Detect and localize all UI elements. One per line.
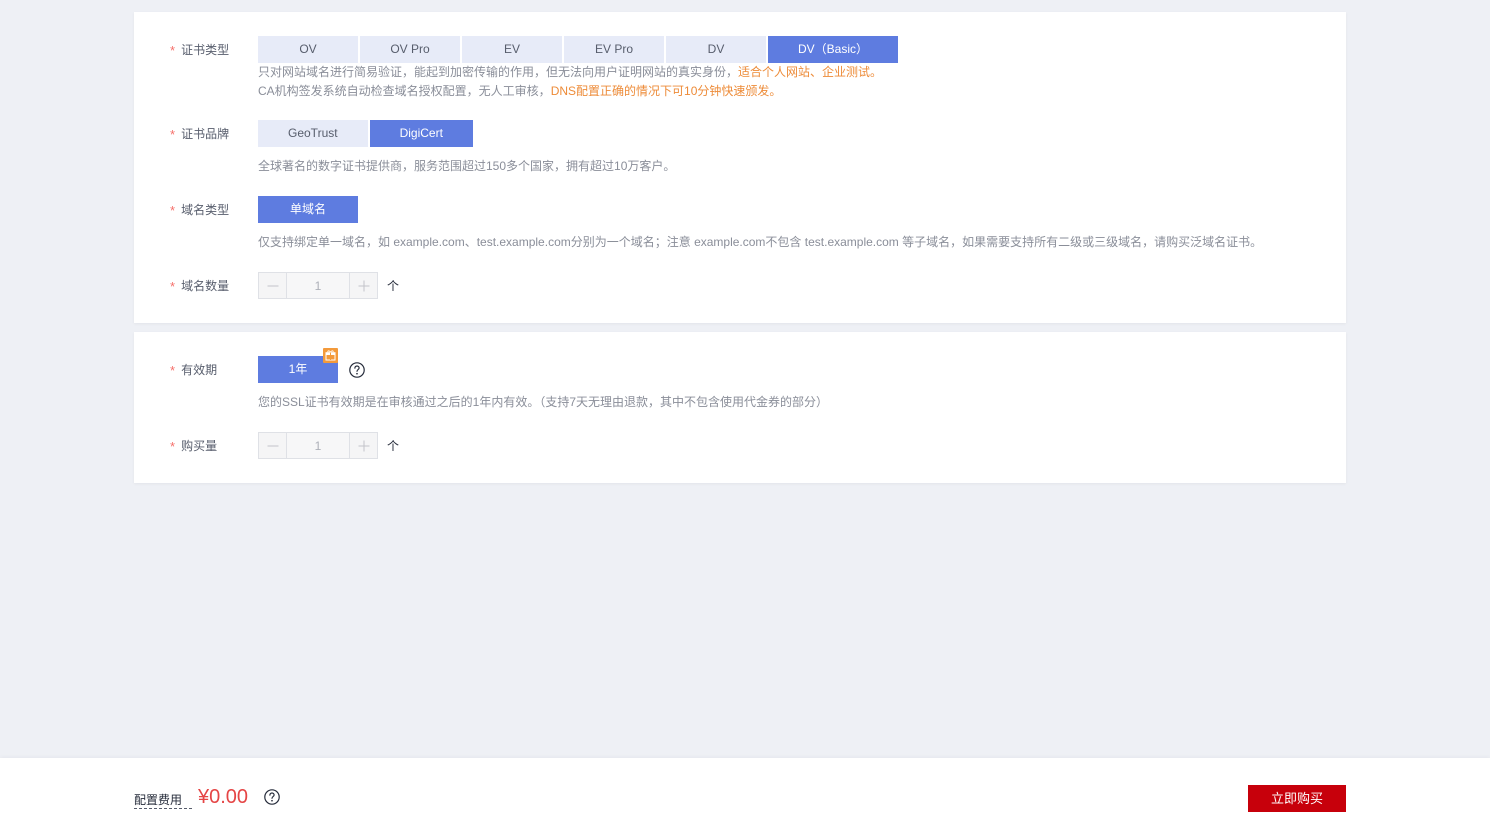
validity-label: * 有效期 [170, 356, 217, 383]
cert-type-option-ev-pro[interactable]: EV Pro [564, 36, 664, 63]
purchase-qty-unit: 个 [387, 439, 400, 453]
domain-type-options: 单域名 [258, 196, 1326, 223]
cert-brand-options: GeoTrust DigiCert [258, 120, 1326, 147]
required-mark: * [170, 439, 176, 454]
validity-label-text: 有效期 [181, 363, 218, 377]
domain-type-label-text: 域名类型 [181, 203, 230, 217]
validity-description: 您的SSL证书有效期是在审核通过之后的1年内有效。（支持7天无理由退款，其中不包… [258, 395, 829, 409]
validity-content: 1年 您的SSL证书有效期是在审核通过之后的1年内有效。（支持7天无理由退款，其… [258, 348, 1326, 412]
domain-type-option-single[interactable]: 单域名 [258, 196, 358, 223]
purchase-config-card: * 有效期 1年 您的SSL证书有效期是在审核通过之后的1年内有效。（支持7天无理… [134, 332, 1346, 483]
stepper-box [258, 432, 378, 459]
validity-option-1-year[interactable]: 1年 [258, 348, 338, 383]
cert-type-option-ev[interactable]: EV [462, 36, 562, 63]
desc-highlight: 适合个人网站、企业测试。 [738, 65, 883, 79]
domain-count-input[interactable] [287, 273, 349, 298]
required-mark: * [170, 127, 176, 142]
cert-brand-option-geotrust[interactable]: GeoTrust [258, 120, 368, 147]
required-mark: * [170, 363, 176, 378]
domain-count-content: 个 [258, 272, 1326, 299]
plus-icon[interactable] [349, 433, 377, 458]
required-mark: * [170, 203, 176, 218]
purchase-qty-content: 个 [258, 432, 1326, 459]
domain-count-label-text: 域名数量 [181, 279, 230, 293]
cert-type-desc-line: CA机构签发系统自动检查域名授权配置，无人工审核，DNS配置正确的情况下可10分… [258, 82, 1326, 101]
desc-text: CA机构签发系统自动检查域名授权配置，无人工审核， [258, 84, 551, 98]
validity-option-label: 1年 [288, 362, 308, 376]
domain-count-label: * 域名数量 [170, 272, 229, 299]
question-icon[interactable] [349, 361, 365, 378]
cert-brand-content: GeoTrust DigiCert 全球著名的数字证书提供商，服务范围超过150… [258, 120, 1326, 176]
cert-type-label-text: 证书类型 [181, 43, 230, 57]
purchase-qty-stepper: 个 [258, 432, 1326, 459]
config-fee-price: ¥0.00 [198, 786, 249, 808]
domain-type-content: 单域名 仅支持绑定单一域名，如 example.com、test.example… [258, 196, 1326, 252]
cert-brand-label-text: 证书品牌 [181, 127, 230, 141]
required-mark: * [170, 279, 176, 294]
minus-icon[interactable] [259, 433, 287, 458]
cert-brand-description: 全球著名的数字证书提供商，服务范围超过150多个国家，拥有超过10万客户。 [258, 159, 676, 173]
domain-type-label: * 域名类型 [170, 196, 229, 223]
cert-type-description: 只对网站域名进行简易验证，能起到加密传输的作用，但无法向用户证明网站的真实身份，… [258, 63, 1326, 101]
cert-brand-option-digicert[interactable]: DigiCert [369, 120, 473, 147]
stepper-box [258, 272, 378, 299]
gift-icon [323, 348, 338, 363]
validity-options: 1年 [258, 348, 1326, 383]
domain-count-unit: 个 [387, 279, 400, 293]
footer-bar: 配置费用 ¥0.00 立即购买 [0, 758, 1490, 833]
question-icon[interactable] [264, 789, 280, 805]
cert-type-desc-line: 只对网站域名进行简易验证，能起到加密传输的作用，但无法向用户证明网站的真实身份，… [258, 63, 1326, 82]
certificate-config-card: * 证书类型 OV OV Pro EV EV Pro DV DV（Basic） 只… [134, 12, 1346, 323]
domain-type-description: 仅支持绑定单一域名，如 example.com、test.example.com… [258, 235, 1263, 249]
cert-type-options: OV OV Pro EV EV Pro DV DV（Basic） [258, 36, 1326, 63]
config-fee-label[interactable]: 配置费用 [134, 792, 193, 809]
domain-count-stepper: 个 [258, 272, 1326, 299]
desc-text: 只对网站域名进行简易验证，能起到加密传输的作用，但无法向用户证明网站的真实身份， [258, 65, 739, 79]
plus-icon[interactable] [349, 273, 377, 298]
minus-icon[interactable] [259, 273, 287, 298]
cert-brand-label: * 证书品牌 [170, 120, 229, 147]
desc-highlight: DNS配置正确的情况下可10分钟快速颁发。 [550, 84, 782, 98]
cert-type-content: OV OV Pro EV EV Pro DV DV（Basic） 只对网站域名进… [258, 36, 1326, 101]
purchase-qty-label-text: 购买量 [181, 439, 218, 453]
buy-now-button[interactable]: 立即购买 [1248, 785, 1346, 812]
cert-type-option-ov[interactable]: OV [258, 36, 358, 63]
cert-type-option-ov-pro[interactable]: OV Pro [360, 36, 460, 63]
purchase-qty-label: * 购买量 [170, 432, 217, 459]
purchase-qty-input[interactable] [287, 433, 349, 458]
cert-type-option-dv[interactable]: DV [666, 36, 766, 63]
cert-type-label: * 证书类型 [170, 36, 229, 63]
required-mark: * [170, 43, 176, 58]
cert-type-option-dv-basic[interactable]: DV（Basic） [768, 36, 899, 63]
